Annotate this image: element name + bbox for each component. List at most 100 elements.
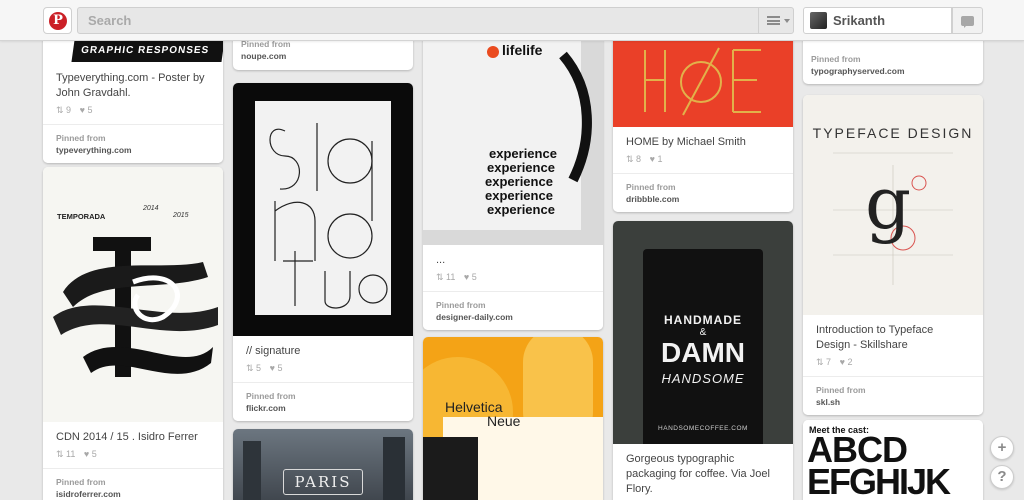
repin-icon: ⇅ 7 [816, 357, 832, 367]
glyph-letter: g [865, 161, 912, 245]
pin-image[interactable]: Helvetica Neue [423, 337, 603, 500]
pin-coffee[interactable]: HANDMADE & DAMN HANDSOME HANDSOMECOFFEE.… [613, 221, 793, 500]
pin-attribution[interactable]: Pinned from flickr.com [233, 382, 413, 421]
svg-text:experience: experience [487, 202, 555, 217]
repin-count: 8 [636, 154, 642, 164]
home-monogram-art [644, 47, 761, 116]
pin-description: Typeverything.com - Poster by John Gravd… [56, 72, 205, 99]
top-bar: P Srikanth [0, 0, 1024, 41]
pin-attribution[interactable]: Pinned from isidroferrer.com [43, 468, 223, 500]
notifications-button[interactable] [952, 7, 983, 34]
heart-icon: ♥ 5 [269, 363, 283, 373]
bag-line-4: HANDSOME [661, 371, 745, 386]
pin-lifelife[interactable]: lifelife experience experience experienc… [423, 30, 603, 330]
pin-stats: ⇅ 5 ♥ 5 [233, 359, 413, 382]
pinned-from-domain: typeverything.com [56, 145, 132, 155]
pin-description: Gorgeous typographic packaging for coffe… [626, 453, 770, 495]
pin-stats: ⇅ 7 ♥ 2 [803, 353, 983, 376]
svg-text:experience: experience [485, 188, 553, 203]
pin-abc[interactable]: Meet the cast: ABCD EFGHIJK [803, 420, 983, 500]
svg-text:experience: experience [489, 146, 557, 161]
user-profile-button[interactable]: Srikanth [803, 7, 952, 34]
pinned-from-domain: noupe.com [241, 51, 287, 61]
repin-count: 11 [66, 449, 76, 459]
pin-helvetica[interactable]: Helvetica Neue [423, 337, 603, 500]
help-button[interactable]: ? [990, 465, 1014, 489]
pinned-from-label: Pinned from [816, 385, 866, 395]
pinned-from-domain: flickr.com [246, 403, 286, 413]
pin-image[interactable]: HANDMADE & DAMN HANDSOME HANDSOMECOFFEE.… [613, 221, 793, 444]
repin-count: 5 [256, 363, 262, 373]
chevron-down-icon [784, 19, 790, 23]
pin-description: ... [436, 254, 446, 266]
pin-description: Introduction to Typeface Design - Skills… [816, 324, 934, 351]
repin-icon: ⇅ 8 [626, 154, 642, 164]
pin-cdn[interactable]: TEMPORADA 2014 2015 CDN 2014 / 15 . Isid… [43, 167, 223, 500]
pin-image[interactable]: Meet the cast: ABCD EFGHIJK [803, 420, 983, 500]
pin-attribution[interactable]: Pinned from dribbble.com [613, 173, 793, 212]
heart-icon: ♥ 1 [649, 154, 663, 164]
pinned-from-label: Pinned from [811, 54, 861, 64]
pin-attribution[interactable]: Pinned from designer-daily.com [423, 291, 603, 330]
repin-icon: ⇅ 5 [246, 363, 262, 373]
pin-typeface[interactable]: TYPEFACE DESIGN g Introduction to Typefa… [803, 95, 983, 415]
pin-attribution[interactable]: Pinned from typeverything.com [43, 124, 223, 163]
experience-wave-art: experience experience experience experie… [485, 51, 592, 217]
repin-icon: ⇅ 11 [56, 449, 76, 459]
paris-sign: PARIS [283, 469, 363, 495]
coffee-bag: HANDMADE & DAMN HANDSOME HANDSOMECOFFEE.… [643, 249, 763, 444]
pin-description: // signature [246, 345, 301, 357]
alphabet-line-2: EFGHIJK [807, 461, 951, 500]
repin-count: 9 [66, 105, 72, 115]
like-count: 2 [847, 357, 853, 367]
pinned-from-domain: isidroferrer.com [56, 489, 121, 499]
poster-sheet [255, 101, 391, 315]
add-pin-button[interactable]: + [990, 436, 1014, 460]
heart-icon: ♥ 5 [463, 272, 477, 282]
pin-image[interactable] [233, 83, 413, 336]
pin-image[interactable]: PARIS [233, 429, 413, 500]
pinterest-logo-icon: P [49, 12, 67, 30]
pin-image[interactable]: TYPEFACE DESIGN g [803, 95, 983, 315]
pin-image[interactable]: TEMPORADA 2014 2015 [43, 167, 223, 422]
pinned-from-label: Pinned from [436, 300, 486, 310]
bag-line-1: HANDMADE [664, 313, 742, 327]
avatar [810, 12, 827, 29]
like-count: 5 [277, 363, 283, 373]
like-count: 5 [91, 449, 97, 459]
heart-icon: ♥ 5 [83, 449, 97, 459]
ribbon-letter-art [53, 237, 218, 377]
heart-icon: ♥ 2 [839, 357, 853, 367]
speech-bubble-icon [961, 16, 974, 28]
bag-footer: HANDSOMECOFFEE.COM [658, 425, 748, 432]
pin-attribution[interactable]: Pinned from skl.sh [803, 376, 983, 415]
svg-text:experience: experience [487, 160, 555, 175]
pinned-from-label: Pinned from [56, 133, 106, 143]
pinned-from-label: Pinned from [246, 391, 296, 401]
pin-description: HOME by Michael Smith [626, 136, 746, 148]
signature-lettering [269, 123, 388, 309]
svg-text:experience: experience [485, 174, 553, 189]
category-menu-button[interactable] [758, 8, 793, 33]
pin-typeeverything[interactable]: GRAPHIC RESPONSES Typeverything.com - Po… [43, 30, 223, 163]
pin-stats: ⇅ 11 ♥ 5 [423, 268, 603, 291]
repin-count: 11 [446, 272, 456, 282]
repin-count: 7 [826, 357, 832, 367]
user-name: Srikanth [833, 13, 886, 28]
pinned-from-domain: skl.sh [816, 397, 841, 407]
pin-image[interactable] [613, 30, 793, 127]
heart-icon: ♥ 5 [79, 105, 93, 115]
pin-paris[interactable]: PARIS [233, 429, 413, 500]
search-input[interactable] [77, 7, 794, 34]
like-count: 1 [657, 154, 663, 164]
pin-home[interactable]: HOME by Michael Smith ⇅ 8 ♥ 1 Pinned fro… [613, 30, 793, 212]
pinned-from-domain: typographyserved.com [811, 66, 905, 76]
pin-signature[interactable]: // signature ⇅ 5 ♥ 5 Pinned from flickr.… [233, 83, 413, 421]
pinterest-logo[interactable]: P [43, 7, 72, 34]
pin-image[interactable]: lifelife experience experience experienc… [423, 30, 603, 245]
pin-description: CDN 2014 / 15 . Isidro Ferrer [56, 431, 198, 443]
hamburger-icon [767, 16, 780, 25]
repin-icon: ⇅ 9 [56, 105, 72, 115]
pinned-from-domain: designer-daily.com [436, 312, 513, 322]
like-count: 5 [87, 105, 93, 115]
